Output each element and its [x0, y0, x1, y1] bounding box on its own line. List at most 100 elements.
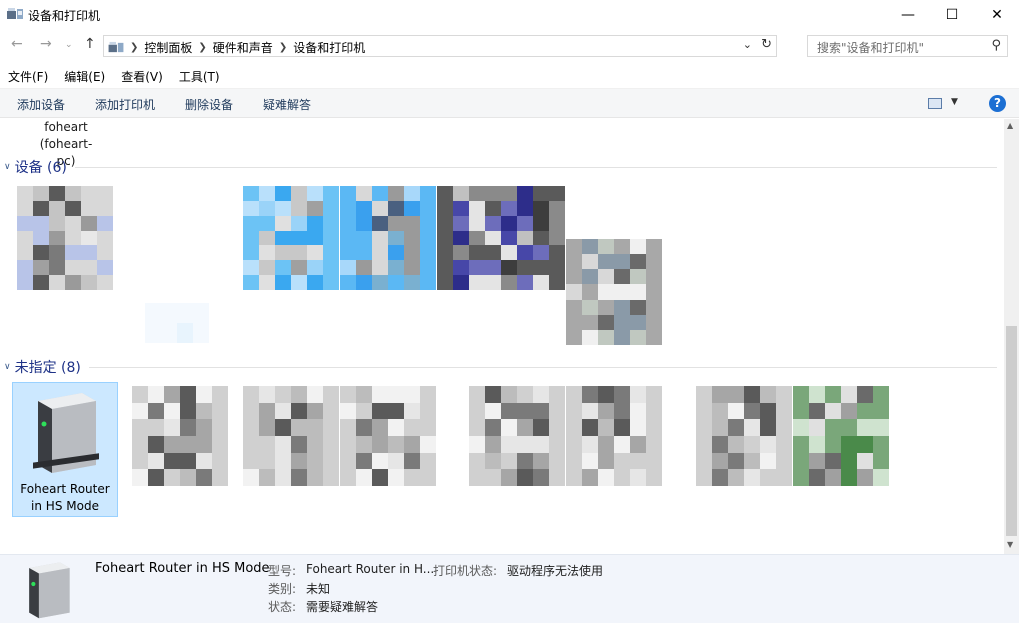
pixel-cell [614, 402, 630, 420]
device-item-blurred[interactable] [17, 186, 113, 290]
maximize-button[interactable]: ☐ [929, 0, 975, 30]
pixel-cell [372, 260, 388, 276]
pixel-cell [340, 275, 356, 290]
remove-device-button[interactable]: 删除设备 [185, 96, 233, 113]
pixel-cell [356, 215, 372, 231]
pixel-cell [501, 419, 517, 436]
pixel-cell [148, 435, 164, 453]
pixel-cell [372, 215, 388, 231]
pixel-cell [372, 275, 388, 290]
pixel-cell [533, 386, 549, 403]
device-item-blurred[interactable] [145, 303, 209, 343]
menu-tools[interactable]: 工具(T) [171, 66, 228, 86]
pixel-cell [501, 435, 517, 453]
pixel-cell [356, 275, 372, 290]
device-item-foheart-router[interactable]: Foheart Router in HS Mode [12, 382, 118, 517]
device-item-blurred[interactable] [566, 239, 662, 345]
search-icon[interactable]: ⚲ [991, 38, 1001, 53]
pixel-cell [180, 419, 196, 436]
pixel-cell [49, 215, 65, 231]
breadcrumb-control-panel[interactable]: 控制面板 [144, 39, 192, 56]
recent-locations-icon[interactable]: ⌄ [65, 40, 73, 50]
scrollbar-thumb[interactable] [1006, 326, 1017, 536]
device-item-blurred[interactable] [566, 386, 662, 486]
refresh-icon[interactable]: ↻ [761, 37, 772, 52]
pixel-cell [307, 260, 323, 276]
pixel-cell [388, 215, 404, 231]
pixel-cell [809, 452, 825, 470]
scroll-up-icon[interactable]: ▲ [1007, 121, 1013, 130]
pixel-cell [275, 245, 291, 261]
pixel-cell [17, 245, 33, 261]
pixel-cell [243, 200, 259, 216]
pixel-cell [148, 419, 164, 436]
device-item-blurred[interactable] [696, 386, 792, 486]
add-printer-button[interactable]: 添加打印机 [95, 96, 155, 113]
vertical-scrollbar[interactable]: ▲ ▼ [1004, 119, 1019, 554]
device-item-blurred[interactable] [340, 186, 436, 290]
devices-printers-icon [7, 8, 23, 19]
pixel-cell [469, 186, 485, 201]
breadcrumb-devices-printers[interactable]: 设备和打印机 [293, 39, 365, 56]
menu-file[interactable]: 文件(F) [0, 66, 56, 86]
help-icon[interactable]: ? [989, 95, 1006, 112]
pixel-cell [145, 303, 161, 323]
pixel-cell [501, 230, 517, 246]
pixel-cell [177, 323, 193, 343]
device-item-blurred[interactable] [437, 186, 565, 290]
view-options-icon[interactable] [928, 98, 942, 109]
device-item-blurred[interactable] [243, 186, 339, 290]
pixel-cell [646, 402, 662, 420]
pixel-cell [712, 402, 728, 420]
chevron-right-icon[interactable]: ❯ [279, 42, 287, 53]
device-item-blurred[interactable] [469, 386, 565, 486]
pixel-cell [646, 452, 662, 470]
chevron-down-icon[interactable]: ▼ [951, 97, 958, 107]
pixel-cell [81, 186, 97, 201]
pixel-cell [340, 245, 356, 261]
close-button[interactable]: ✕ [974, 0, 1019, 30]
pixel-cell [517, 452, 533, 470]
pixel-cell [614, 435, 630, 453]
pixel-cell [193, 303, 209, 323]
device-item-blurred[interactable] [340, 386, 436, 486]
menu-edit[interactable]: 编辑(E) [56, 66, 113, 86]
group-header-devices[interactable]: ∨ 设备 (6) [4, 157, 997, 177]
pixel-cell [857, 452, 873, 470]
breadcrumb-hardware-sound[interactable]: 硬件和声音 [213, 39, 273, 56]
pixel-cell [614, 284, 630, 300]
pixel-cell [793, 419, 809, 436]
pixel-cell [517, 245, 533, 261]
minimize-button[interactable]: — [885, 0, 931, 30]
group-header-unspecified[interactable]: ∨ 未指定 (8) [4, 357, 997, 377]
pixel-cell [614, 386, 630, 403]
pixel-cell [469, 386, 485, 403]
back-arrow-icon[interactable]: ← [11, 36, 23, 52]
search-input[interactable]: 搜索"设备和打印机" ⚲ [807, 35, 1008, 57]
pixel-cell [614, 239, 630, 255]
pixel-cell [566, 284, 582, 300]
pixel-cell [33, 200, 49, 216]
pixel-cell [243, 275, 259, 290]
pixel-cell [809, 386, 825, 403]
chevron-right-icon[interactable]: ❯ [198, 42, 206, 53]
chevron-down-icon[interactable]: ⌄ [743, 38, 752, 51]
pixel-cell [437, 245, 453, 261]
pixel-cell [760, 452, 776, 470]
pixel-cell [469, 230, 485, 246]
pixel-cell [453, 260, 469, 276]
menu-view[interactable]: 查看(V) [113, 66, 171, 86]
up-arrow-icon[interactable]: ↑ [84, 36, 96, 52]
pixel-cell [404, 186, 420, 201]
device-item-blurred[interactable] [243, 386, 339, 486]
device-item-blurred[interactable] [132, 386, 228, 486]
troubleshoot-button[interactable]: 疑难解答 [263, 96, 311, 113]
pixel-cell [517, 186, 533, 201]
forward-arrow-icon[interactable]: → [40, 36, 52, 52]
add-device-button[interactable]: 添加设备 [17, 96, 65, 113]
scroll-down-icon[interactable]: ▼ [1007, 540, 1013, 549]
device-item-blurred[interactable] [793, 386, 889, 486]
pixel-cell [501, 469, 517, 486]
pixel-cell [549, 275, 565, 290]
address-bar[interactable]: ❯ 控制面板 ❯ 硬件和声音 ❯ 设备和打印机 ⌄ ↻ [103, 35, 777, 57]
